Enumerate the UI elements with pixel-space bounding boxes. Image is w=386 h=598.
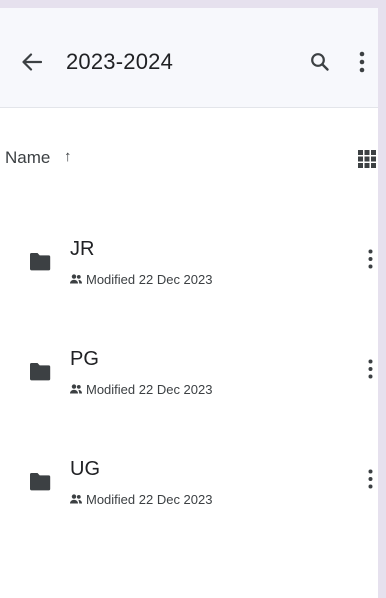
folder-name: UG (70, 458, 100, 480)
drive-folder-screen: 2023-2024 Name ↑ JR Modified 22 Dec 2023… (0, 8, 378, 598)
sort-bar: Name ↑ (0, 146, 378, 174)
sort-direction-icon[interactable]: ↑ (64, 148, 72, 165)
folder-row-pg[interactable]: PG Modified 22 Dec 2023 (0, 330, 378, 420)
folder-icon (29, 473, 51, 491)
more-options-button[interactable] (352, 48, 372, 76)
folder-row-jr[interactable]: JR Modified 22 Dec 2023 (0, 220, 378, 310)
grid-view-button[interactable] (358, 150, 376, 168)
folder-modified-date: Modified 22 Dec 2023 (86, 491, 213, 507)
arrow-back-icon (22, 53, 42, 71)
page-title: 2023-2024 (66, 49, 174, 74)
more-vert-icon (368, 469, 372, 489)
folder-row-ug[interactable]: UG Modified 22 Dec 2023 (0, 440, 378, 530)
shared-people-icon (70, 494, 82, 504)
folder-name: PG (70, 348, 99, 370)
grid-view-icon (358, 150, 376, 168)
folder-more-button[interactable] (360, 354, 378, 384)
folder-name: JR (70, 238, 95, 260)
folder-modified-date: Modified 22 Dec 2023 (86, 271, 213, 287)
sort-by-name-button[interactable]: Name (5, 148, 50, 168)
back-button[interactable] (18, 50, 46, 74)
shared-people-icon (70, 384, 82, 394)
folder-meta: Modified 22 Dec 2023 (70, 380, 212, 398)
folder-meta: Modified 22 Dec 2023 (70, 490, 212, 508)
more-vert-icon (368, 249, 372, 269)
folder-icon (29, 363, 51, 381)
more-vert-icon (368, 359, 372, 379)
more-vert-icon (359, 51, 365, 73)
folder-icon (29, 253, 51, 271)
folder-more-button[interactable] (360, 464, 378, 494)
folder-meta: Modified 22 Dec 2023 (70, 270, 212, 288)
search-button[interactable] (306, 48, 334, 76)
shared-people-icon (70, 274, 82, 284)
folder-more-button[interactable] (360, 244, 378, 274)
folder-modified-date: Modified 22 Dec 2023 (86, 381, 213, 397)
search-icon (311, 53, 329, 71)
top-app-bar: 2023-2024 (0, 8, 378, 108)
